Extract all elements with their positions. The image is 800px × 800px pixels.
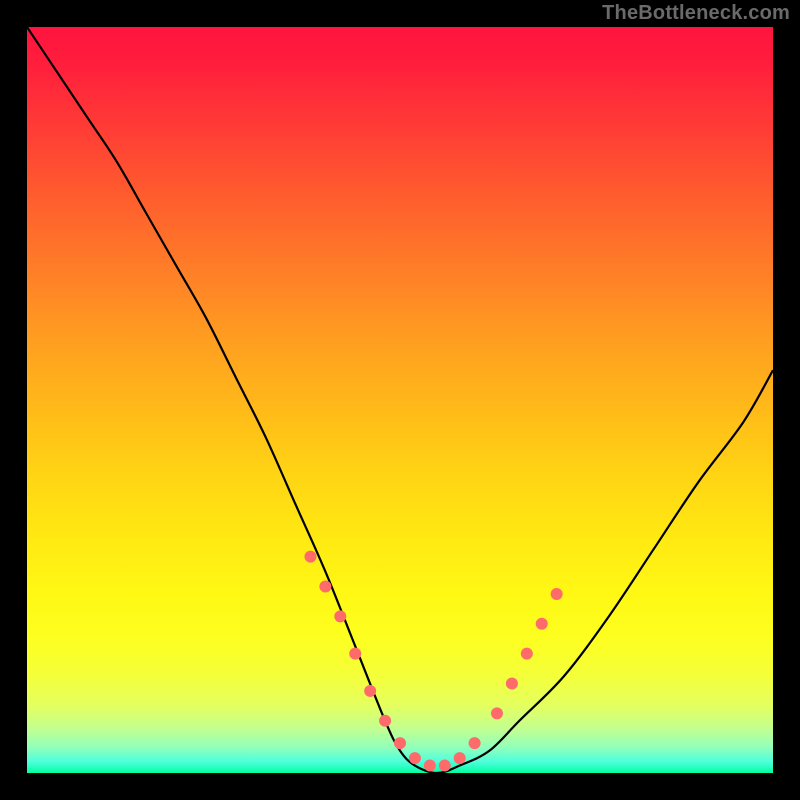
data-marker: [551, 588, 563, 600]
data-marker: [439, 760, 451, 772]
data-marker: [506, 677, 518, 689]
data-marker: [469, 737, 481, 749]
data-markers: [304, 551, 562, 772]
data-marker: [491, 707, 503, 719]
data-marker: [349, 648, 361, 660]
data-marker: [379, 715, 391, 727]
chart-frame: TheBottleneck.com: [0, 0, 800, 800]
bottleneck-curve: [27, 27, 773, 773]
data-marker: [394, 737, 406, 749]
data-marker: [304, 551, 316, 563]
data-marker: [334, 610, 346, 622]
curve-path: [27, 27, 773, 773]
data-marker: [521, 648, 533, 660]
data-marker: [424, 760, 436, 772]
data-marker: [409, 752, 421, 764]
data-marker: [454, 752, 466, 764]
plot-area: [27, 27, 773, 773]
data-marker: [536, 618, 548, 630]
data-marker: [364, 685, 376, 697]
watermark-text: TheBottleneck.com: [602, 2, 790, 25]
data-marker: [319, 581, 331, 593]
